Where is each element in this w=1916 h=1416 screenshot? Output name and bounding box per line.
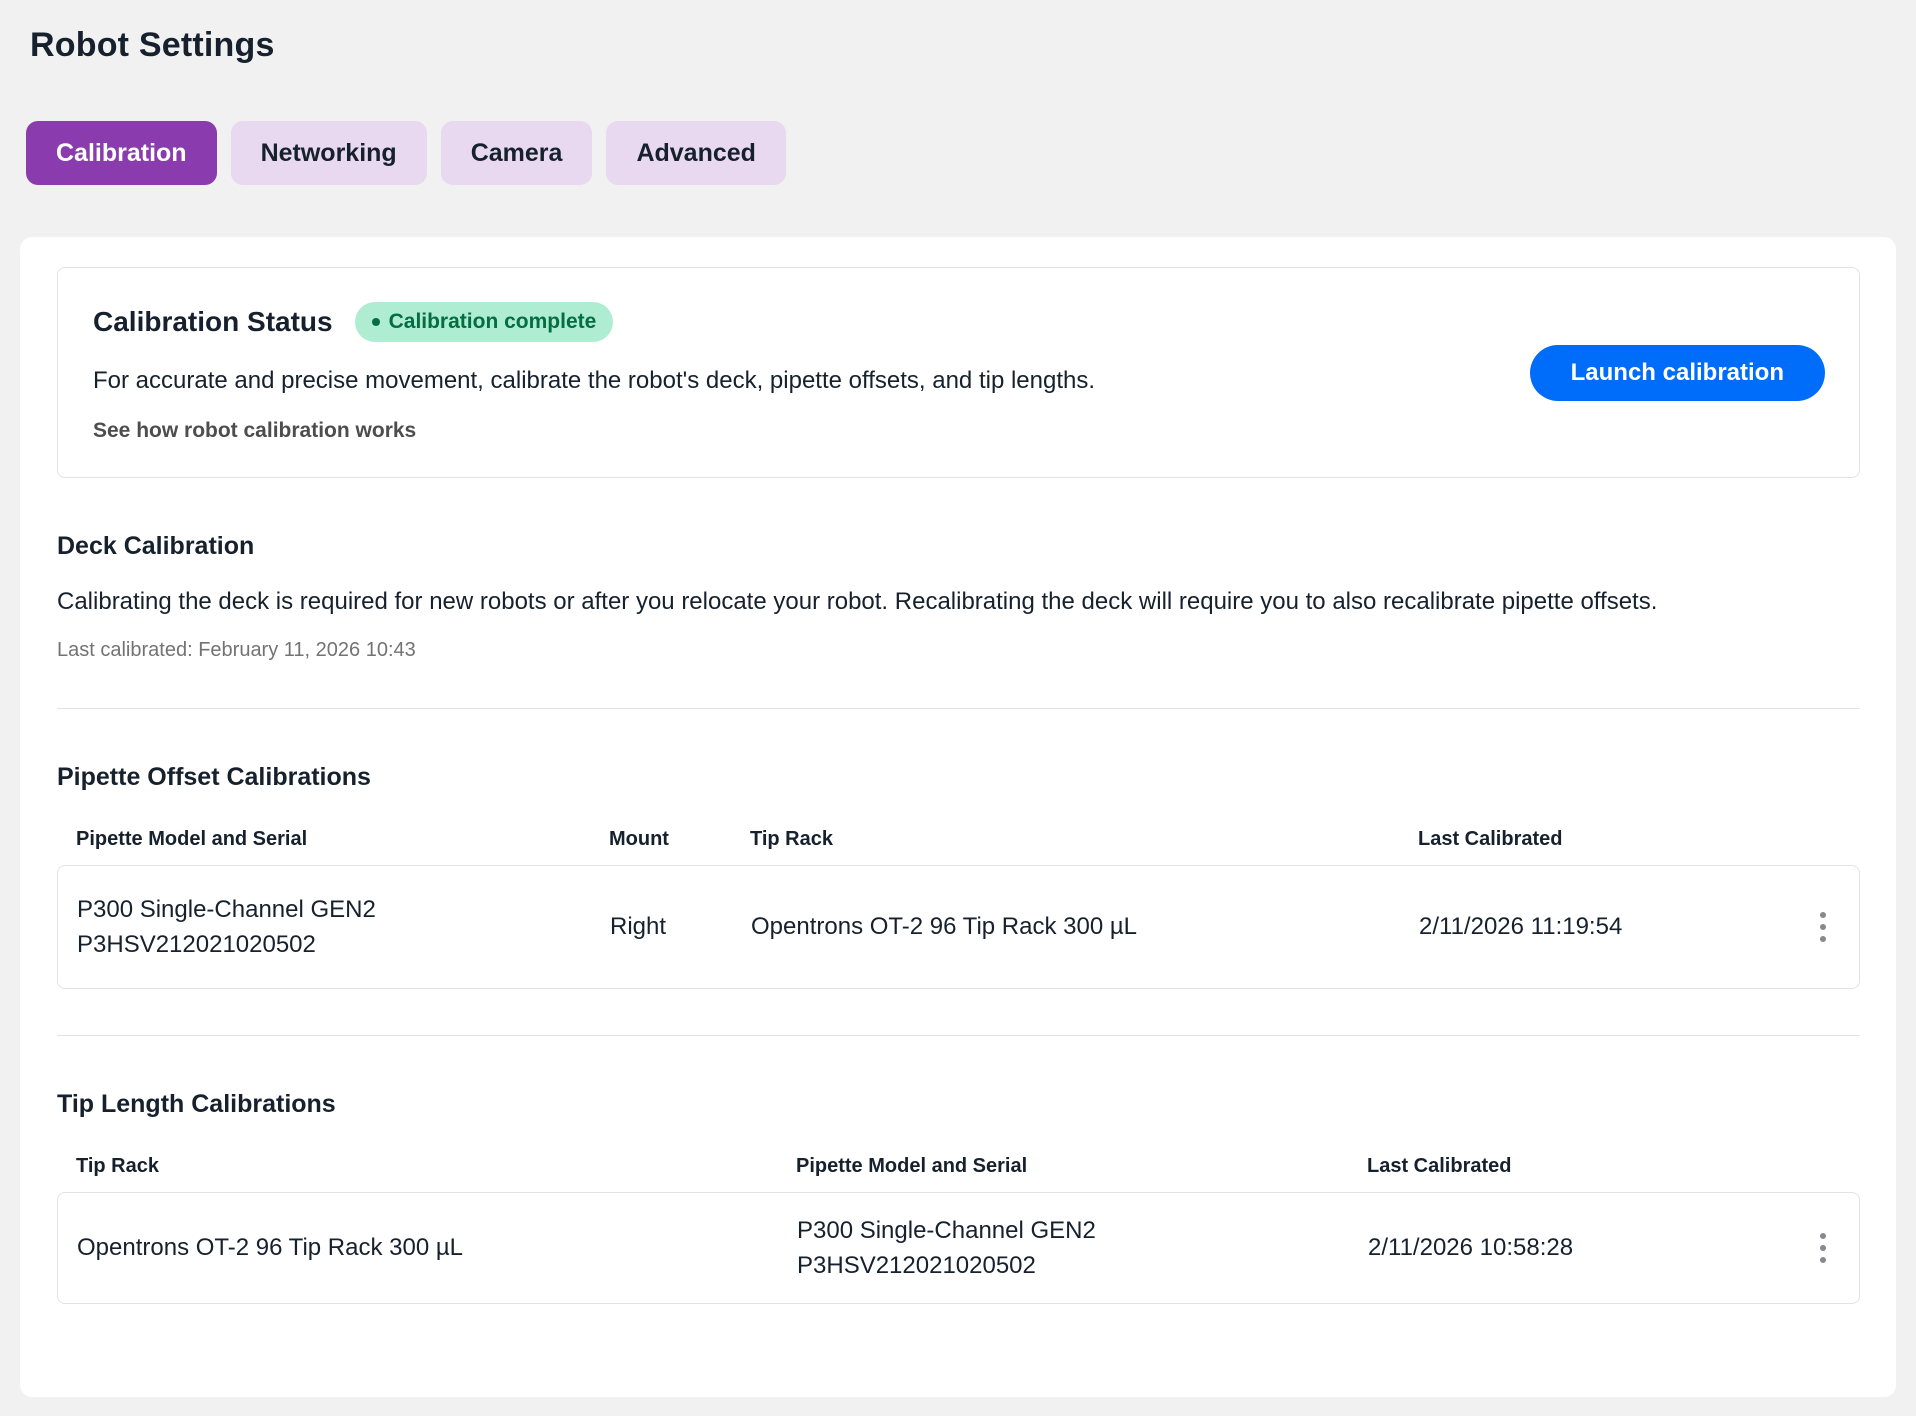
pipette-model-serial-cell: P300 Single-Channel GEN2 P3HSV2120210205… — [77, 892, 610, 962]
last-calibrated-cell: 2/11/2026 11:19:54 — [1419, 913, 1799, 941]
last-calibrated-cell: 2/11/2026 10:58:28 — [1368, 1234, 1799, 1262]
deck-calibration-description: Calibrating the deck is required for new… — [57, 581, 1817, 622]
tip-length-row-menu-button[interactable] — [1801, 1218, 1845, 1278]
pipette-offset-table-row: P300 Single-Channel GEN2 P3HSV2120210205… — [57, 865, 1860, 989]
settings-tabs: Calibration Networking Camera Advanced — [26, 121, 1916, 185]
pipette-offset-table-header: Pipette Model and Serial Mount Tip Rack … — [57, 828, 1860, 851]
tip-rack-cell: Opentrons OT-2 96 Tip Rack 300 µL — [77, 1234, 797, 1262]
see-how-calibration-works-link[interactable]: See how robot calibration works — [93, 419, 416, 443]
overflow-menu-icon — [1820, 1233, 1826, 1239]
pipette-offset-section: Pipette Offset Calibrations Pipette Mode… — [57, 763, 1860, 989]
tab-networking[interactable]: Networking — [231, 121, 427, 185]
section-divider — [57, 708, 1860, 709]
tip-length-table-row: Opentrons OT-2 96 Tip Rack 300 µL P300 S… — [57, 1192, 1860, 1304]
column-header-last-calibrated: Last Calibrated — [1367, 1155, 1800, 1178]
launch-calibration-button[interactable]: Launch calibration — [1530, 345, 1825, 401]
calibration-panel: Calibration Status Calibration complete … — [20, 237, 1896, 1397]
pipette-model-serial-cell: P300 Single-Channel GEN2 P3HSV2120210205… — [797, 1213, 1368, 1283]
calibration-complete-badge: Calibration complete — [355, 302, 614, 342]
tip-length-section: Tip Length Calibrations Tip Rack Pipette… — [57, 1090, 1860, 1304]
page-title: Robot Settings — [0, 0, 1916, 65]
column-header-tip-rack: Tip Rack — [76, 1155, 796, 1178]
calibration-status-description: For accurate and precise movement, calib… — [93, 367, 1095, 395]
tip-rack-cell: Opentrons OT-2 96 Tip Rack 300 µL — [751, 913, 1419, 941]
deck-calibration-section: Deck Calibration Calibrating the deck is… — [57, 532, 1860, 662]
calibration-complete-badge-label: Calibration complete — [389, 310, 597, 334]
mount-cell: Right — [610, 913, 751, 941]
calibration-status-content: Calibration Status Calibration complete … — [93, 302, 1095, 443]
status-dot-icon — [372, 318, 380, 326]
overflow-menu-icon — [1820, 912, 1826, 918]
tab-camera[interactable]: Camera — [441, 121, 593, 185]
tip-length-table-header: Tip Rack Pipette Model and Serial Last C… — [57, 1155, 1860, 1178]
pipette-offset-heading: Pipette Offset Calibrations — [57, 763, 1860, 792]
deck-last-calibrated: Last calibrated: February 11, 2026 10:43 — [57, 639, 1860, 662]
column-header-pipette-model: Pipette Model and Serial — [796, 1155, 1367, 1178]
column-header-pipette-model: Pipette Model and Serial — [76, 828, 609, 851]
pipette-offset-row-menu-button[interactable] — [1801, 897, 1845, 957]
section-divider — [57, 1035, 1860, 1036]
deck-calibration-heading: Deck Calibration — [57, 532, 1860, 561]
tab-calibration[interactable]: Calibration — [26, 121, 217, 185]
column-header-mount: Mount — [609, 828, 750, 851]
tip-length-heading: Tip Length Calibrations — [57, 1090, 1860, 1119]
column-header-tip-rack: Tip Rack — [750, 828, 1418, 851]
column-header-last-calibrated: Last Calibrated — [1418, 828, 1800, 851]
tab-advanced[interactable]: Advanced — [606, 121, 785, 185]
calibration-status-heading: Calibration Status — [93, 306, 333, 338]
calibration-status-banner: Calibration Status Calibration complete … — [57, 267, 1860, 478]
